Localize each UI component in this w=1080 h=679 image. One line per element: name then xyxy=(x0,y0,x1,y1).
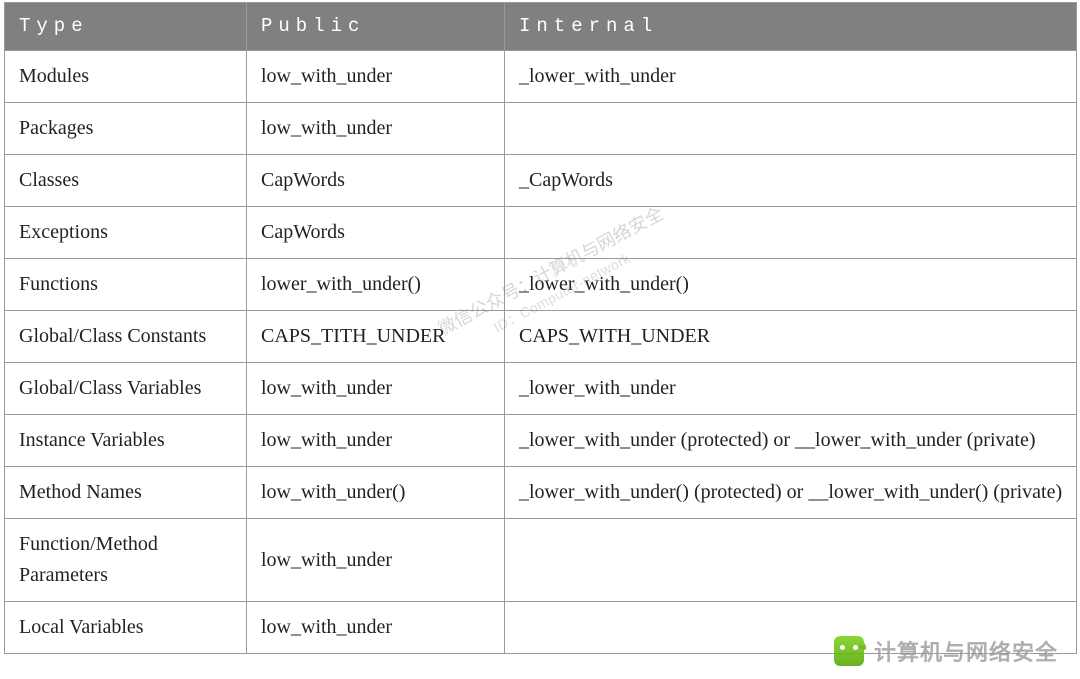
cell-public: CapWords xyxy=(247,155,505,207)
cell-type: Function/Method Parameters xyxy=(5,519,247,602)
cell-internal: _lower_with_under (protected) or __lower… xyxy=(505,415,1077,467)
cell-public: low_with_under xyxy=(247,51,505,103)
table-row: Functions lower_with_under() _lower_with… xyxy=(5,259,1077,311)
cell-internal: _lower_with_under() (protected) or __low… xyxy=(505,467,1077,519)
cell-type: Global/Class Variables xyxy=(5,363,247,415)
table-row: Local Variables low_with_under xyxy=(5,602,1077,654)
col-header-type: Type xyxy=(5,3,247,51)
cell-internal xyxy=(505,103,1077,155)
cell-type: Method Names xyxy=(5,467,247,519)
cell-type: Packages xyxy=(5,103,247,155)
table-row: Classes CapWords _CapWords xyxy=(5,155,1077,207)
cell-internal xyxy=(505,207,1077,259)
table-row: Function/Method Parameters low_with_unde… xyxy=(5,519,1077,602)
cell-public: low_with_under xyxy=(247,363,505,415)
cell-internal: _lower_with_under() xyxy=(505,259,1077,311)
cell-type: Instance Variables xyxy=(5,415,247,467)
cell-internal xyxy=(505,602,1077,654)
cell-public: CapWords xyxy=(247,207,505,259)
cell-public: low_with_under xyxy=(247,103,505,155)
naming-conventions-table: Type Public Internal Modules low_with_un… xyxy=(4,2,1077,654)
cell-public: low_with_under xyxy=(247,415,505,467)
table-row: Global/Class Constants CAPS_TITH_UNDER C… xyxy=(5,311,1077,363)
table-row: Method Names low_with_under() _lower_wit… xyxy=(5,467,1077,519)
table-body: Modules low_with_under _lower_with_under… xyxy=(5,51,1077,654)
cell-internal xyxy=(505,519,1077,602)
cell-public: low_with_under xyxy=(247,602,505,654)
table-row: Exceptions CapWords xyxy=(5,207,1077,259)
table-row: Instance Variables low_with_under _lower… xyxy=(5,415,1077,467)
cell-internal: _lower_with_under xyxy=(505,363,1077,415)
cell-public: lower_with_under() xyxy=(247,259,505,311)
cell-type: Global/Class Constants xyxy=(5,311,247,363)
cell-public: low_with_under() xyxy=(247,467,505,519)
page: Type Public Internal Modules low_with_un… xyxy=(0,2,1080,679)
cell-public: low_with_under xyxy=(247,519,505,602)
col-header-public: Public xyxy=(247,3,505,51)
cell-type: Modules xyxy=(5,51,247,103)
cell-type: Local Variables xyxy=(5,602,247,654)
table-row: Modules low_with_under _lower_with_under xyxy=(5,51,1077,103)
table-row: Packages low_with_under xyxy=(5,103,1077,155)
cell-type: Functions xyxy=(5,259,247,311)
table-header: Type Public Internal xyxy=(5,3,1077,51)
cell-type: Exceptions xyxy=(5,207,247,259)
cell-public: CAPS_TITH_UNDER xyxy=(247,311,505,363)
cell-internal: _CapWords xyxy=(505,155,1077,207)
cell-type: Classes xyxy=(5,155,247,207)
cell-internal: _lower_with_under xyxy=(505,51,1077,103)
cell-internal: CAPS_WITH_UNDER xyxy=(505,311,1077,363)
col-header-internal: Internal xyxy=(505,3,1077,51)
table-row: Global/Class Variables low_with_under _l… xyxy=(5,363,1077,415)
